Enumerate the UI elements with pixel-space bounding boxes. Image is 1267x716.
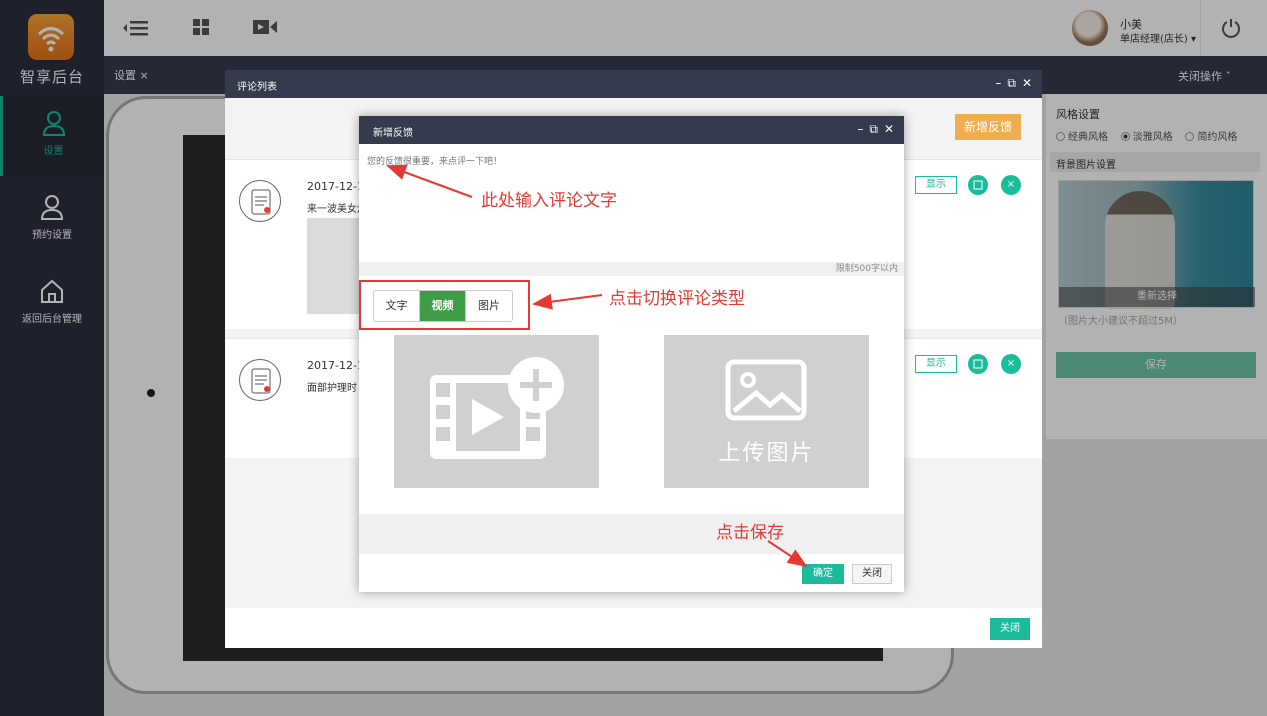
confirm-button[interactable]: 确定: [802, 564, 844, 584]
window-controls: – ⧉ ✕: [851, 122, 894, 137]
close-button[interactable]: 关闭: [852, 564, 892, 584]
new-feedback-button[interactable]: 新增反馈: [955, 114, 1021, 140]
type-toggle-highlight-box: [359, 280, 530, 330]
maximize-icon[interactable]: ⧉: [1007, 76, 1016, 90]
upload-video-box[interactable]: [394, 335, 599, 488]
annotation-save-hint: 点击保存: [716, 523, 784, 543]
comment-avatar: [239, 359, 281, 401]
dialog-footer: 关闭: [225, 608, 1042, 648]
comment-date: 2017-12-1: [307, 180, 364, 193]
minimize-icon[interactable]: –: [995, 76, 1001, 90]
edit-icon: [973, 359, 983, 369]
upload-image-box[interactable]: 上传图片: [664, 335, 869, 488]
close-icon[interactable]: ✕: [1022, 76, 1032, 90]
dialog-title: 评论列表: [237, 82, 277, 93]
annotation-input-hint: 此处输入评论文字: [481, 191, 617, 211]
dialog-title: 新增反馈: [373, 128, 413, 139]
feedback-textarea[interactable]: [363, 150, 901, 262]
window-controls: – ⧉ ✕: [989, 76, 1032, 91]
close-icon[interactable]: ✕: [884, 122, 894, 136]
show-toggle-button[interactable]: 显示: [915, 355, 957, 373]
annotation-switch-hint: 点击切换评论类型: [609, 289, 745, 309]
char-limit-note: 限制500字以内: [359, 262, 904, 276]
upload-image-label: 上传图片: [718, 441, 815, 466]
show-toggle-button[interactable]: 显示: [915, 176, 957, 194]
delete-button[interactable]: ×: [1001, 175, 1021, 195]
maximize-icon[interactable]: ⧉: [869, 122, 878, 136]
dialog-strip: [359, 514, 904, 554]
minimize-icon[interactable]: –: [857, 122, 863, 136]
comment-date: 2017-12-1: [307, 359, 364, 372]
comment-thumbnail: [307, 218, 367, 314]
comment-text: 来一波美女灯: [307, 204, 367, 215]
delete-button[interactable]: ×: [1001, 354, 1021, 374]
add-video-icon: [430, 357, 564, 459]
edit-button[interactable]: [968, 354, 988, 374]
dialog-header: 评论列表 – ⧉ ✕: [225, 70, 1042, 98]
comment-text: 面部护理时: [307, 383, 357, 394]
edit-icon: [973, 180, 983, 190]
dialog-header: 新增反馈 – ⧉ ✕: [359, 116, 904, 144]
close-button[interactable]: 关闭: [990, 618, 1030, 640]
edit-button[interactable]: [968, 175, 988, 195]
new-feedback-dialog: 新增反馈 –⧉✕ 限制500字以内 文字 视频 图片: [359, 116, 904, 592]
comment-avatar: [239, 180, 281, 222]
